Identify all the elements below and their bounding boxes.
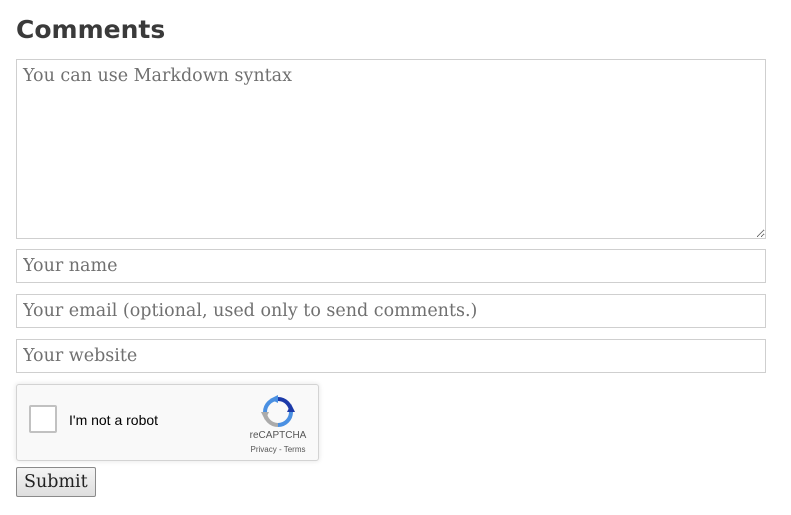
email-input[interactable]	[16, 294, 766, 328]
comments-heading: Comments	[16, 15, 166, 44]
recaptcha-links: Privacy - Terms	[235, 445, 321, 455]
website-input[interactable]	[16, 339, 766, 373]
recaptcha-terms-link[interactable]: Terms	[284, 445, 306, 454]
recaptcha-label: I'm not a robot	[69, 412, 159, 428]
comment-body-textarea[interactable]	[16, 59, 766, 239]
recaptcha-logo-icon	[261, 395, 295, 427]
name-input[interactable]	[16, 249, 766, 283]
recaptcha-checkbox[interactable]	[29, 405, 57, 433]
recaptcha-brand: reCAPTCHA	[249, 430, 307, 441]
recaptcha-links-separator: -	[276, 445, 284, 454]
comments-section: Comments I'm not a robot reCAPTCHA Priva…	[0, 0, 791, 515]
recaptcha-privacy-link[interactable]: Privacy	[251, 445, 277, 454]
recaptcha-widget: I'm not a robot reCAPTCHA Privacy - Term…	[16, 384, 319, 461]
submit-button[interactable]: Submit	[16, 467, 96, 497]
